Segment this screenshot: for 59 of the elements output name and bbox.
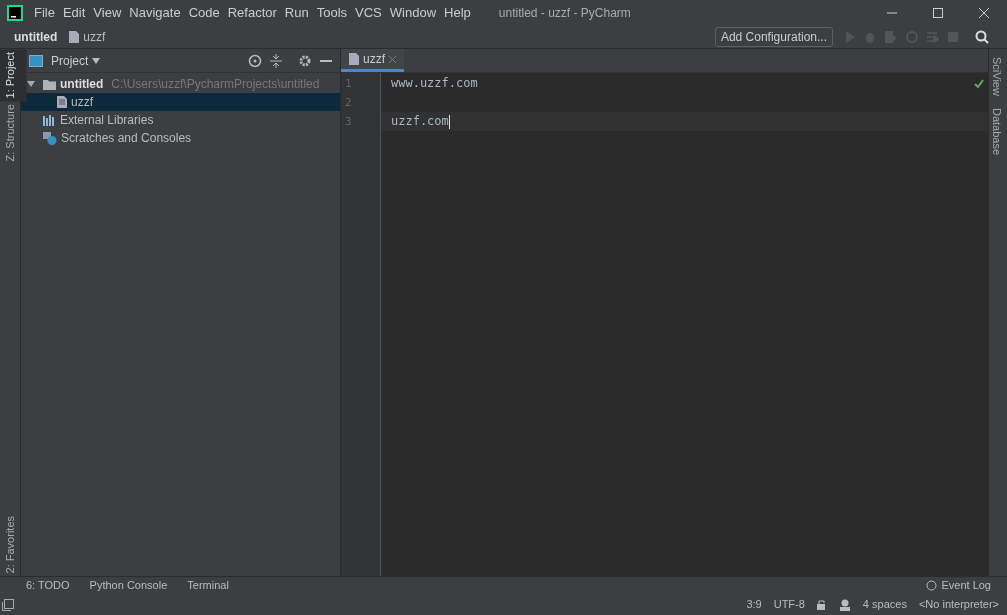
close-icon[interactable] bbox=[979, 7, 989, 18]
check-icon bbox=[974, 79, 984, 89]
tool-window-tab[interactable]: SciView bbox=[991, 57, 1005, 96]
library-icon bbox=[43, 114, 56, 126]
menu-item[interactable]: Tools bbox=[312, 2, 352, 23]
file-encoding: UTF-8 bbox=[773, 597, 805, 613]
folder-icon bbox=[43, 78, 56, 90]
app-logo-icon bbox=[7, 4, 23, 21]
folder-path: C:\Users\uzzf\PycharmProjects\untitled bbox=[111, 76, 320, 93]
tool-window-tab[interactable]: Python Console bbox=[89, 577, 168, 594]
menu-item[interactable]: VCS bbox=[351, 2, 386, 23]
code-line: uzzf.com bbox=[391, 114, 449, 128]
tool-window-tab[interactable]: 6: TODO bbox=[26, 577, 70, 594]
panel-title[interactable]: Project bbox=[51, 51, 89, 70]
locate-icon[interactable] bbox=[248, 53, 262, 68]
interpreter-setting: <No interpreter> bbox=[918, 597, 999, 613]
menu-item[interactable]: Navigate bbox=[125, 2, 185, 23]
menu-item[interactable]: Code bbox=[184, 2, 224, 23]
editor-tab[interactable]: uzzf bbox=[341, 49, 404, 72]
tool-window-tab[interactable]: Database bbox=[991, 107, 1005, 156]
scratch-icon bbox=[43, 131, 57, 145]
close-tab-icon bbox=[389, 55, 396, 63]
file-icon bbox=[57, 96, 67, 108]
tree-item[interactable]: uzzf bbox=[71, 93, 93, 111]
file-icon bbox=[69, 30, 80, 43]
text-cursor bbox=[448, 114, 450, 129]
dropdown-arrow-icon[interactable] bbox=[92, 57, 101, 64]
tree-item[interactable]: External Libraries bbox=[60, 111, 154, 129]
add-configuration-button[interactable]: Add Configuration... bbox=[714, 26, 833, 47]
tree-item[interactable]: untitled bbox=[60, 75, 104, 93]
menu-item[interactable]: Refactor bbox=[223, 2, 281, 23]
breadcrumb-item[interactable]: untitled bbox=[14, 27, 58, 46]
expand-arrow-icon[interactable] bbox=[27, 80, 35, 88]
menu-item[interactable]: Window bbox=[385, 2, 441, 23]
collapse-all-icon[interactable] bbox=[270, 53, 282, 68]
menu-item[interactable]: Edit bbox=[58, 2, 90, 23]
settings-icon[interactable] bbox=[298, 53, 312, 68]
menu-item[interactable]: Run bbox=[280, 2, 313, 23]
tool-window-tab[interactable]: Z: Structure bbox=[0, 101, 27, 165]
event-log-button[interactable]: Event Log bbox=[941, 577, 991, 594]
panel-icon bbox=[29, 54, 43, 67]
caret-position: 3:9 bbox=[746, 597, 762, 613]
tool-window-tab[interactable]: Terminal bbox=[187, 577, 229, 594]
maximize-icon[interactable] bbox=[933, 7, 943, 18]
menu-item[interactable]: Help bbox=[440, 2, 475, 23]
file-icon bbox=[349, 53, 359, 65]
code-line: www.uzzf.com bbox=[391, 76, 478, 90]
lock-icon[interactable] bbox=[816, 599, 827, 610]
menu-item[interactable]: File bbox=[30, 2, 59, 23]
tool-window-tab[interactable]: 2: Favorites bbox=[0, 512, 27, 576]
tree-item[interactable]: Scratches and Consoles bbox=[61, 129, 192, 147]
menu-item[interactable]: View bbox=[89, 2, 126, 23]
search-icon[interactable] bbox=[975, 29, 989, 44]
toggle-panels-icon[interactable] bbox=[2, 598, 14, 611]
window-title: untitled - uzzf - PyCharm bbox=[498, 4, 631, 22]
indent-setting: 4 spaces bbox=[862, 597, 907, 613]
hide-icon[interactable] bbox=[320, 59, 332, 62]
breadcrumb-item[interactable]: uzzf bbox=[69, 27, 106, 46]
tool-window-tab[interactable]: 1: Project bbox=[0, 49, 27, 102]
